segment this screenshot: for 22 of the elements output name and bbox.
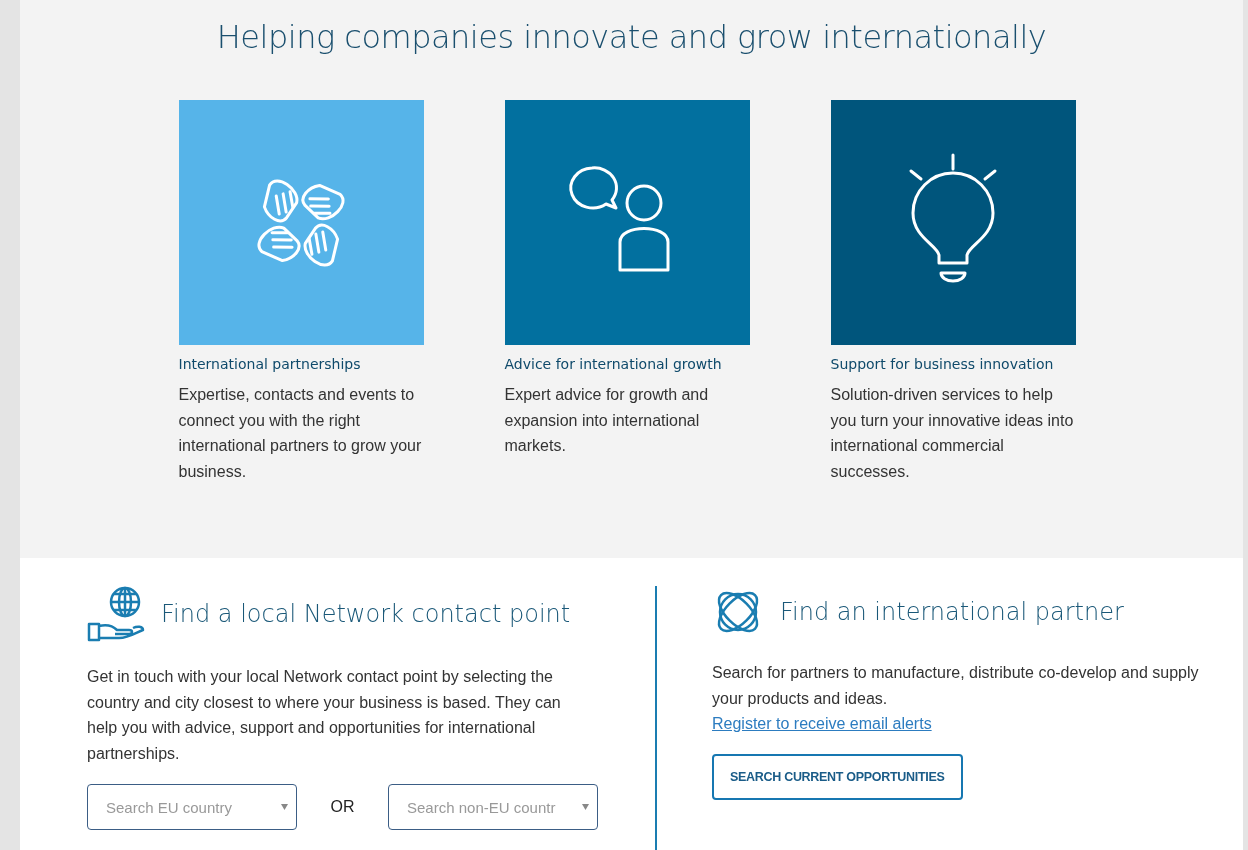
search-opportunities-button[interactable]: SEARCH CURRENT OPPORTUNITIES [712,754,963,800]
eu-country-select[interactable]: Search EU country [87,784,297,830]
non-eu-country-select[interactable]: Search non-EU countr [388,784,598,830]
service-tile[interactable] [504,100,750,345]
caret-icon [582,804,589,810]
section-description: Search for partners to manufacture, distribute co-develop and supply your products and ideas. [712,663,1200,709]
caret-icon [281,804,288,810]
page-heading: Helping companies innovate and grow internationally [216,18,1047,56]
service-tile[interactable] [178,100,424,345]
globe-in-hand-icon [87,586,145,642]
service-title: International partnerships [178,356,362,372]
service-description: Expertise, contacts and events to connect you with the right international partners to grow your business. [178,385,423,482]
service-tile[interactable] [830,100,1076,345]
service-description: Solution-driven services to help you turn your innovative ideas into international commercial successes. [830,385,1075,482]
section-title: Find a local Network contact point [161,600,571,628]
section-description: Get in touch with your local Network contact point by selecting the country and city closest to where your business is based. They can help you with advice, support and opportunities for international partnerships. [87,667,562,764]
service-description: Expert advice for growth and expansion into international markets. [504,385,710,456]
section-title: Find an international partner [780,598,1124,626]
service-title: Advice for international growth [504,356,723,372]
or-separator: OR [329,798,356,816]
service-title: Support for business innovation [830,356,1055,372]
email-alerts-link[interactable]: Register to receive email alerts [712,711,932,736]
